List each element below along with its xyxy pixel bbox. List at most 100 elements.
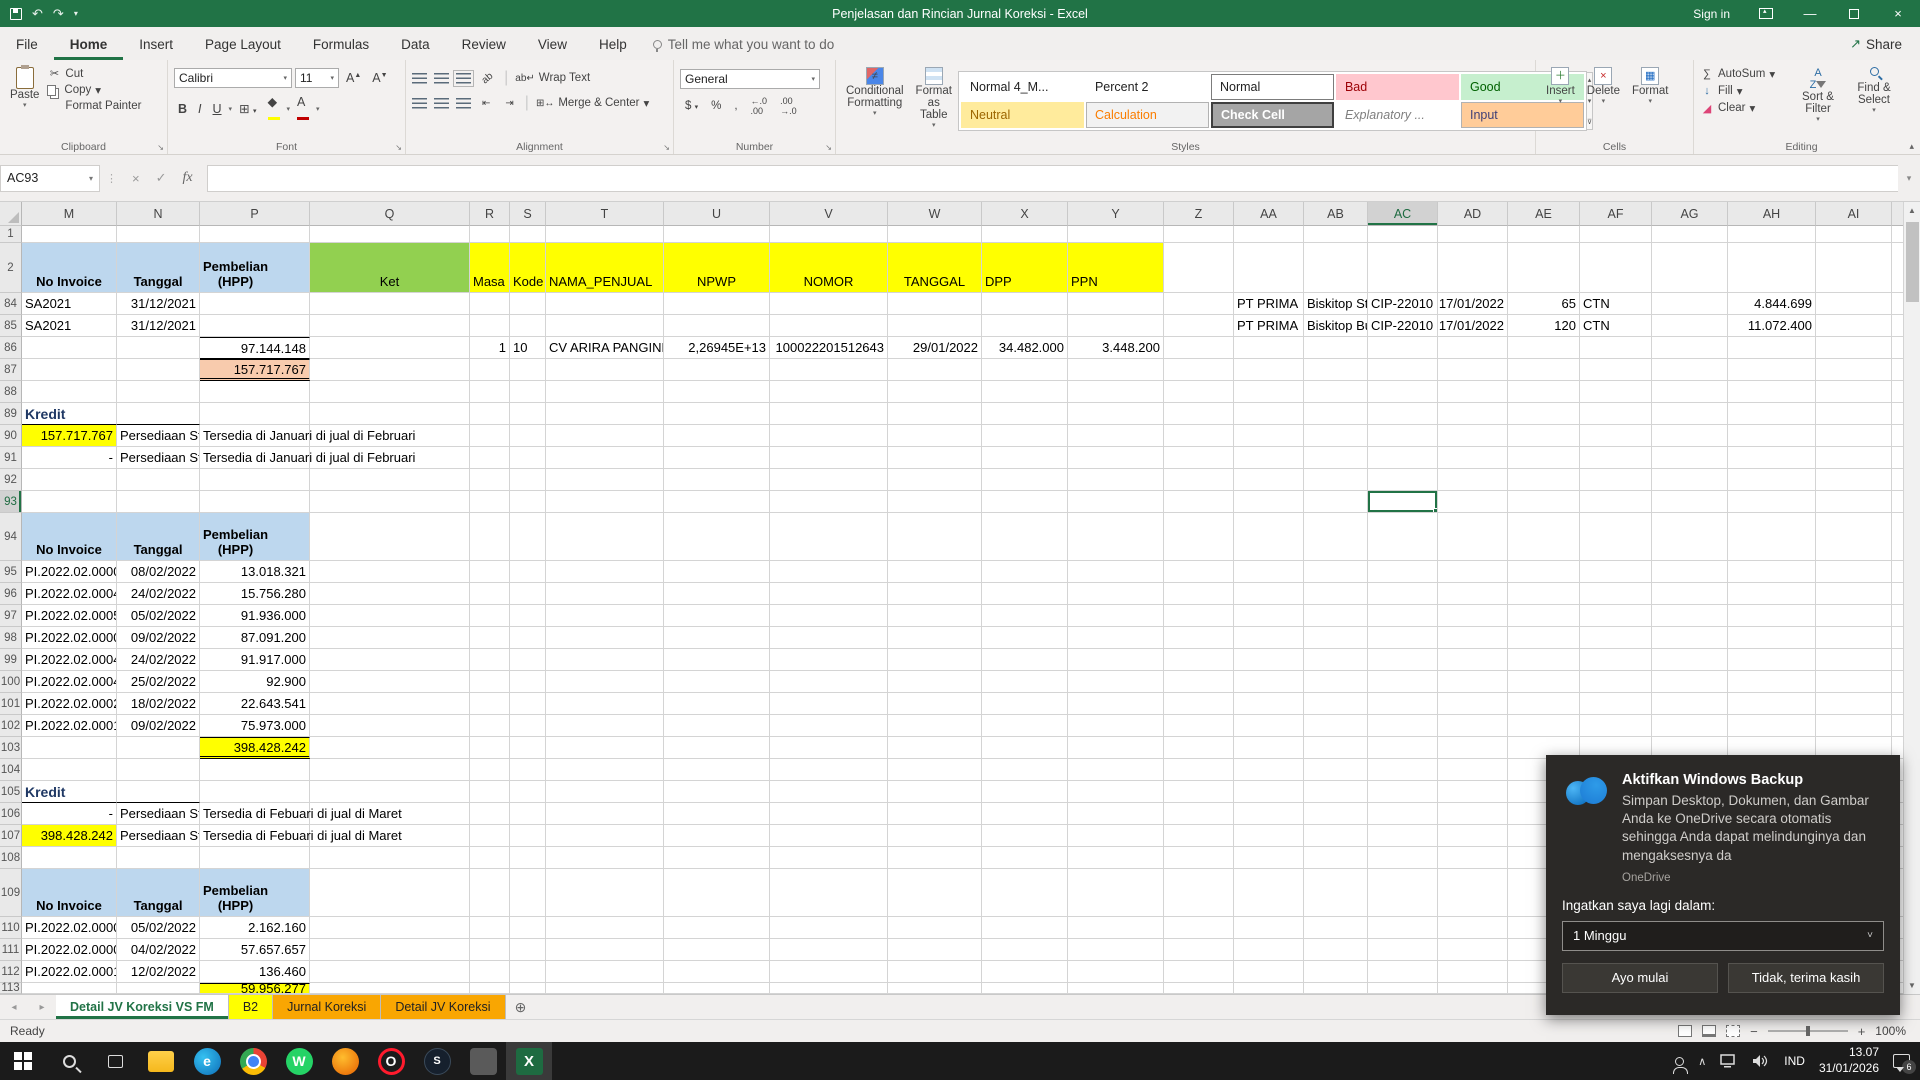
cell-U2[interactable]: NPWP [664,243,770,293]
cell-Q99[interactable] [310,649,470,671]
cell-S113[interactable] [510,983,546,994]
cell-AF98[interactable] [1580,627,1652,649]
cell-M98[interactable]: PI.2022.02.00008 [22,627,117,649]
cell-W108[interactable] [888,847,982,869]
cell-AJ89[interactable] [1892,403,1903,425]
cell-M91[interactable]: - [22,447,117,469]
cell-AA95[interactable] [1234,561,1304,583]
font-dialog-launcher-icon[interactable]: ↘ [395,143,402,152]
cell-X90[interactable] [982,425,1068,447]
cell-T105[interactable] [546,781,664,803]
cell-AE91[interactable] [1508,447,1580,469]
copy-button[interactable]: Copy ▾ [47,83,141,97]
cell-Q93[interactable] [310,491,470,513]
cell-AJ98[interactable] [1892,627,1903,649]
cell-N90[interactable]: Persediaan Stok [117,425,200,447]
cell-U85[interactable] [664,315,770,337]
cell-T2[interactable]: NAMA_PENJUAL [546,243,664,293]
cell-AE85[interactable]: 120 [1508,315,1580,337]
network-icon[interactable] [1720,1054,1738,1068]
cell-T111[interactable] [546,939,664,961]
cell-AH96[interactable] [1728,583,1816,605]
column-header-W[interactable]: W [888,202,982,226]
cell-AI99[interactable] [1816,649,1892,671]
cell-AH98[interactable] [1728,627,1816,649]
cell-V101[interactable] [770,693,888,715]
cell-AE84[interactable]: 65 [1508,293,1580,315]
cell-AH95[interactable] [1728,561,1816,583]
cell-AA109[interactable] [1234,869,1304,917]
borders-button[interactable]: ⊞ ▾ [235,100,260,117]
column-header-Y[interactable]: Y [1068,202,1164,226]
cell-U99[interactable] [664,649,770,671]
cell-S84[interactable] [510,293,546,315]
cell-AF86[interactable] [1580,337,1652,359]
cell-M2[interactable]: No Invoice [22,243,117,293]
cell-M112[interactable]: PI.2022.02.00010 [22,961,117,983]
cell-AE93[interactable] [1508,491,1580,513]
cell-T96[interactable] [546,583,664,605]
cell-T94[interactable] [546,513,664,561]
cell-P88[interactable] [200,381,310,403]
cell-M110[interactable]: PI.2022.02.00003 [22,917,117,939]
cell-AD111[interactable] [1438,939,1508,961]
cell-V113[interactable] [770,983,888,994]
cell-N101[interactable]: 18/02/2022 [117,693,200,715]
cell-N94[interactable]: Tanggal [117,513,200,561]
cell-Z100[interactable] [1164,671,1234,693]
cell-Z84[interactable] [1164,293,1234,315]
align-center-icon[interactable] [434,97,449,109]
cell-U102[interactable] [664,715,770,737]
cell-AA93[interactable] [1234,491,1304,513]
cell-AF88[interactable] [1580,381,1652,403]
cell-AH84[interactable]: 4.844.699 [1728,293,1816,315]
cell-R110[interactable] [470,917,510,939]
cell-P107[interactable]: Tersedia di Febuari di jual di Maret [200,825,402,847]
cell-X94[interactable] [982,513,1068,561]
cell-AC85[interactable]: CIP-22010 [1368,315,1438,337]
cell-N102[interactable]: 09/02/2022 [117,715,200,737]
cell-AH92[interactable] [1728,469,1816,491]
cell-AG2[interactable] [1652,243,1728,293]
cell-T101[interactable] [546,693,664,715]
cell-Y101[interactable] [1068,693,1164,715]
cell-AI100[interactable] [1816,671,1892,693]
cell-Z95[interactable] [1164,561,1234,583]
cell-W107[interactable] [888,825,982,847]
cell-U94[interactable] [664,513,770,561]
comma-style-icon[interactable]: , [729,100,742,112]
cell-W111[interactable] [888,939,982,961]
alignment-dialog-launcher-icon[interactable]: ↘ [663,143,670,152]
cell-AI88[interactable] [1816,381,1892,403]
cell-AB85[interactable]: Biskitop Bu [1304,315,1368,337]
cell-N89[interactable] [117,403,200,425]
insert-cells-button[interactable]: ＋ Insert ▾ [1540,64,1581,138]
no-thanks-button[interactable]: Tidak, terima kasih [1728,962,1884,993]
cell-AB98[interactable] [1304,627,1368,649]
cell-X97[interactable] [982,605,1068,627]
cell-Y96[interactable] [1068,583,1164,605]
chrome-taskbar-button[interactable] [230,1042,276,1080]
cell-AH88[interactable] [1728,381,1816,403]
cell-M94[interactable]: No Invoice [22,513,117,561]
cell-V100[interactable] [770,671,888,693]
row-header-2[interactable]: 2 [0,243,22,293]
wrap-text-button[interactable]: ab↵ Wrap Text [515,72,590,84]
menu-tab-review[interactable]: Review [446,30,522,60]
cell-Y84[interactable] [1068,293,1164,315]
cell-AF101[interactable] [1580,693,1652,715]
cell-AD90[interactable] [1438,425,1508,447]
new-sheet-button[interactable]: ⊕ [506,995,536,1019]
cell-AI101[interactable] [1816,693,1892,715]
cell-Z89[interactable] [1164,403,1234,425]
row-header-94[interactable]: 94 [0,513,22,561]
cell-AJ1[interactable] [1892,226,1903,243]
qat-customize-icon[interactable]: ▾ [74,9,78,18]
cell-Y94[interactable] [1068,513,1164,561]
cell-N85[interactable]: 31/12/2021 [117,315,200,337]
cell-Y86[interactable]: 3.448.200 [1068,337,1164,359]
cell-V108[interactable] [770,847,888,869]
cell-AB95[interactable] [1304,561,1368,583]
menu-tab-data[interactable]: Data [385,30,446,60]
cell-U108[interactable] [664,847,770,869]
